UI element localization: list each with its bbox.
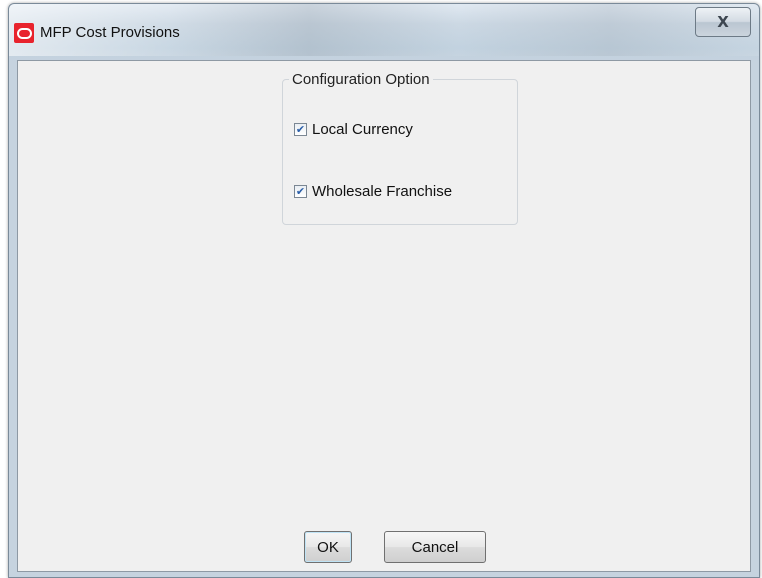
cancel-button[interactable]: Cancel xyxy=(384,531,486,563)
local-currency-option[interactable]: ✔ Local Currency xyxy=(294,121,413,138)
configuration-option-group: Configuration Option ✔ Local Currency ✔ … xyxy=(282,71,518,225)
dialog-window: MFP Cost Provisions X Configuration Opti… xyxy=(8,3,760,578)
local-currency-label[interactable]: Local Currency xyxy=(312,121,413,138)
window-title: MFP Cost Provisions xyxy=(40,24,180,41)
wholesale-franchise-checkbox[interactable]: ✔ xyxy=(294,185,307,198)
local-currency-checkbox[interactable]: ✔ xyxy=(294,123,307,136)
wholesale-franchise-option[interactable]: ✔ Wholesale Franchise xyxy=(294,183,452,200)
close-icon: X xyxy=(717,13,729,31)
wholesale-franchise-label[interactable]: Wholesale Franchise xyxy=(312,183,452,200)
dialog-content: Configuration Option ✔ Local Currency ✔ … xyxy=(17,60,751,572)
close-button[interactable]: X xyxy=(695,7,751,37)
check-mark-icon: ✔ xyxy=(295,123,306,136)
ok-button[interactable]: OK xyxy=(304,531,352,563)
check-mark-icon: ✔ xyxy=(295,185,306,198)
oracle-logo-icon xyxy=(14,23,34,43)
group-legend: Configuration Option xyxy=(292,71,430,88)
